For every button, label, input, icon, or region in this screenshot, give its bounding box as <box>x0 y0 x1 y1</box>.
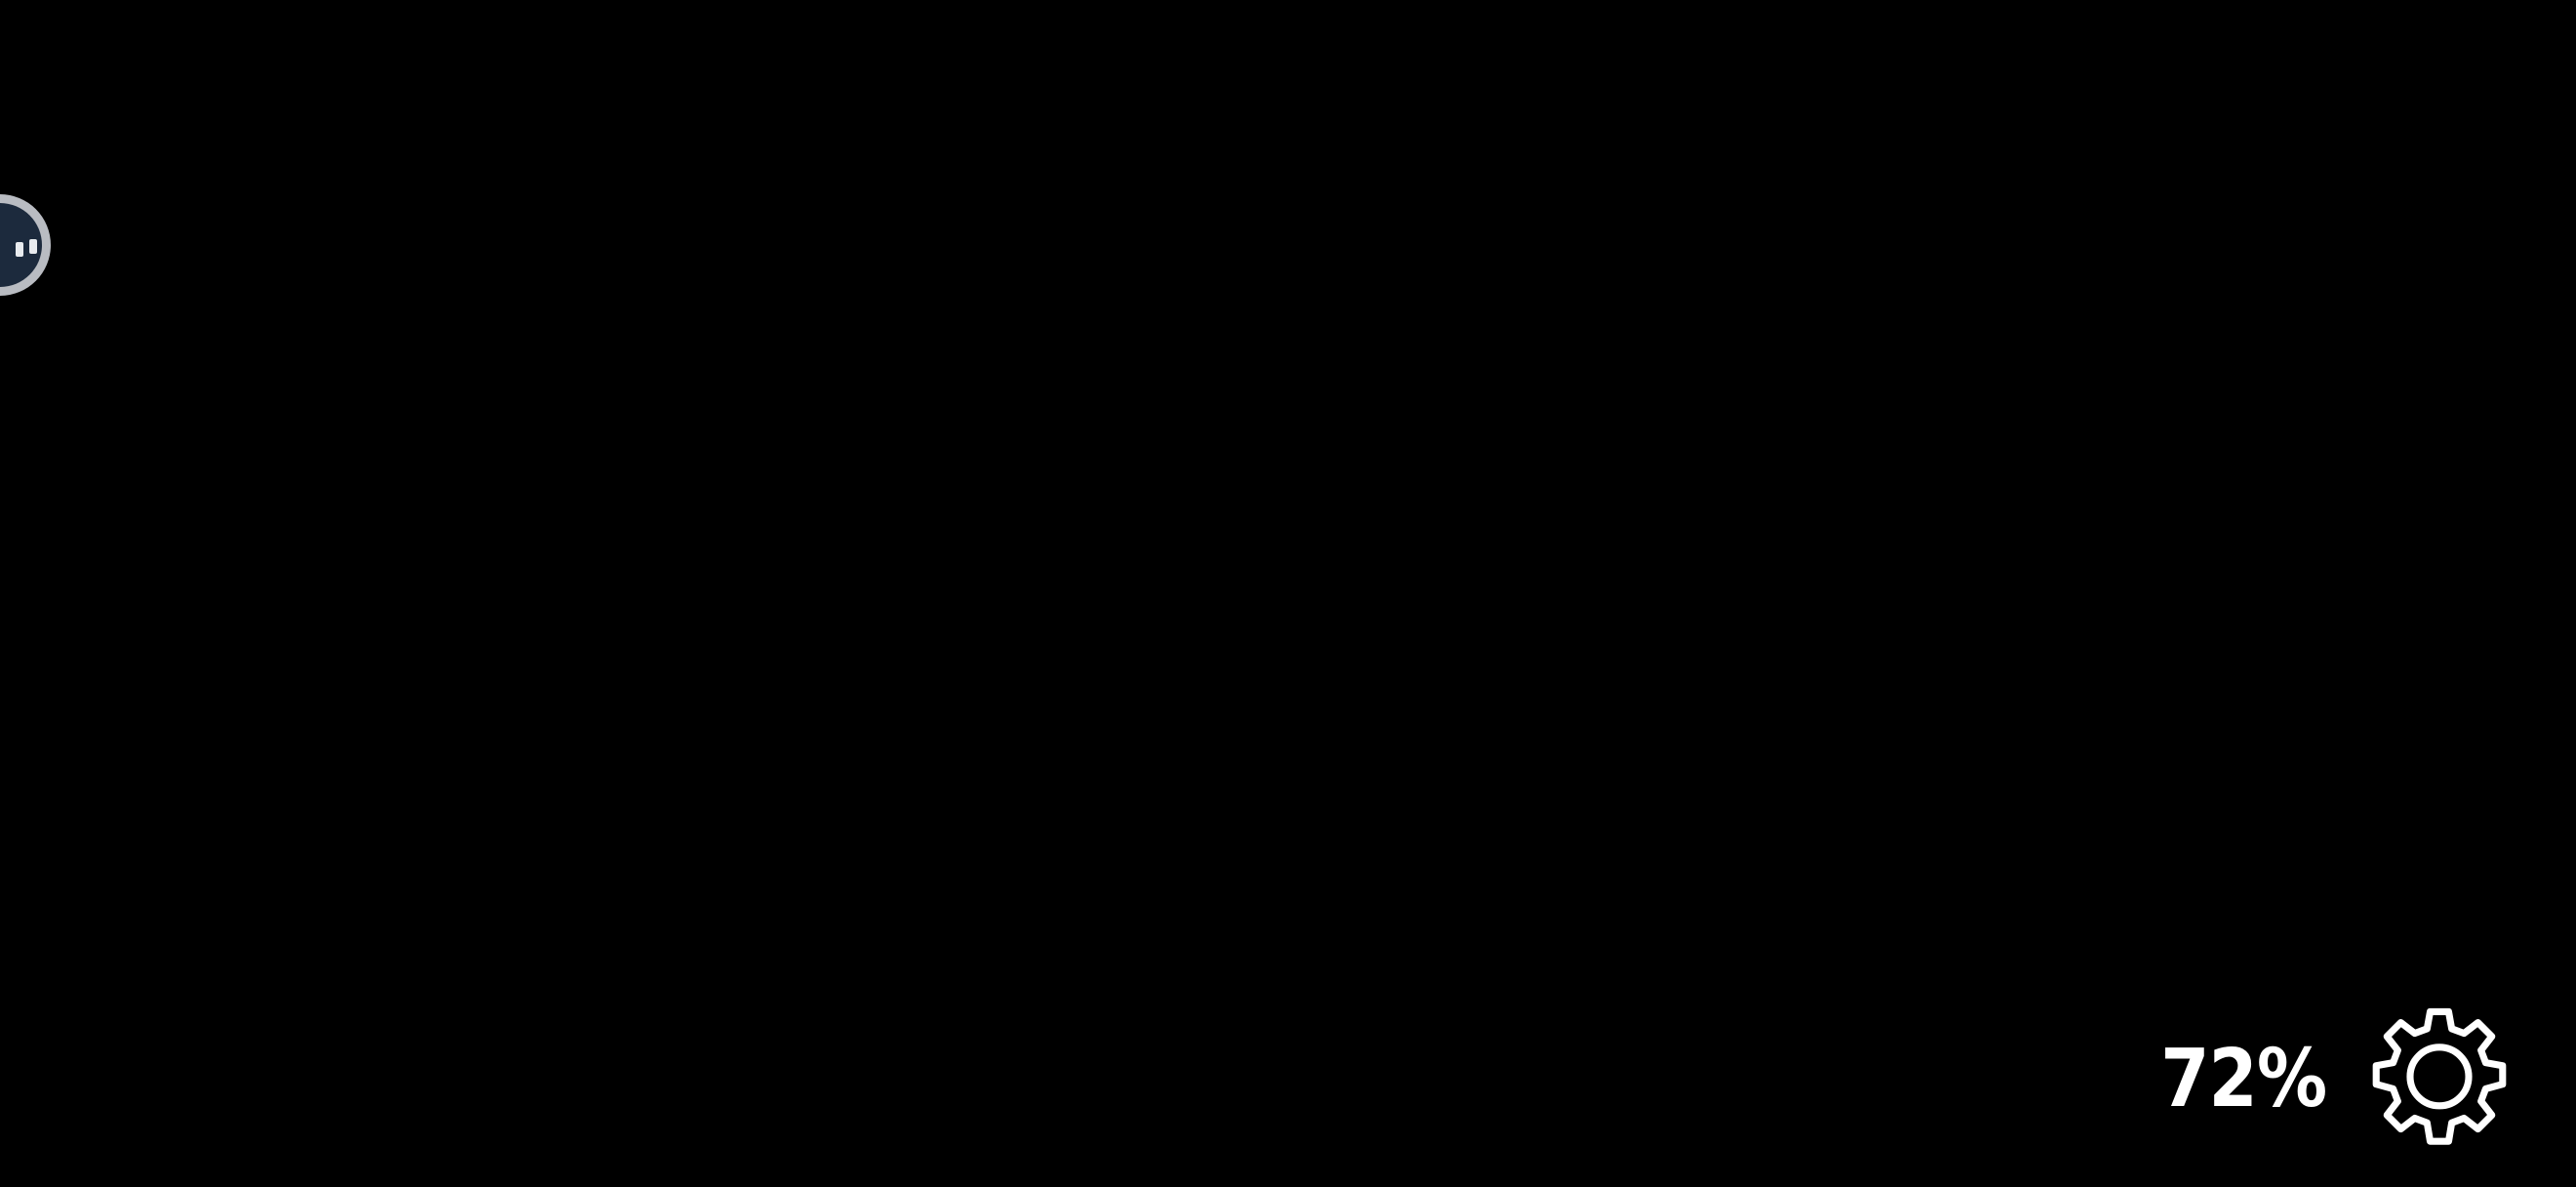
bubble-eye-right <box>29 239 37 254</box>
percent-readout: 72% <box>2159 1033 2327 1126</box>
bottom-right-overlay: 72% <box>2138 1002 2517 1158</box>
floating-assistant-bubble[interactable] <box>0 194 51 296</box>
gear-icon <box>2372 1007 2507 1145</box>
bubble-eye-left <box>16 242 23 257</box>
assistant-bubble-icon <box>0 203 42 287</box>
settings-button[interactable] <box>2361 1002 2517 1158</box>
black-screen: 72% <box>0 0 2576 1187</box>
